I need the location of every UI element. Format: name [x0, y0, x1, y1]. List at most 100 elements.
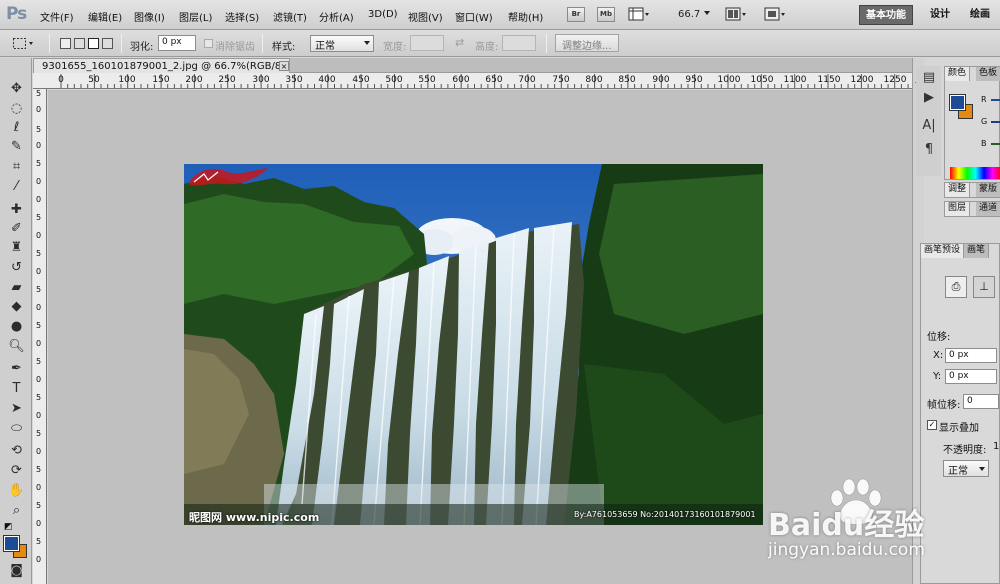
mini-bridge-button[interactable]: Mb	[597, 7, 615, 22]
menu-edit[interactable]: 编辑(E)	[88, 9, 122, 24]
character-panel-icon[interactable]: A|	[921, 118, 937, 134]
healing-brush-tool-icon[interactable]: ✚	[8, 201, 25, 217]
quick-selection-tool-icon[interactable]: ✎	[8, 138, 25, 154]
color-spectrum-bar[interactable]	[950, 167, 1000, 179]
brush-tip-icon[interactable]: ⎙	[945, 276, 967, 298]
channel-r-slider[interactable]	[991, 99, 1000, 101]
bridge-button[interactable]: Br	[567, 7, 585, 22]
add-to-selection-icon[interactable]	[74, 38, 85, 49]
menu-analysis[interactable]: 分析(A)	[319, 9, 354, 24]
close-document-icon[interactable]: ×	[279, 61, 289, 71]
menu-3d[interactable]: 3D(D)	[368, 9, 398, 20]
view-extras-icon[interactable]	[628, 7, 650, 22]
zoom-dropdown-icon[interactable]	[704, 11, 710, 15]
hand-tool-icon[interactable]: ✋	[8, 482, 25, 498]
3d-orbit-tool-icon[interactable]: ⟳	[8, 462, 25, 478]
menu-image[interactable]: 图像(I)	[134, 9, 165, 24]
actions-panel-icon[interactable]: ▶	[921, 90, 937, 106]
offset-x-input[interactable]: 0 px	[945, 348, 997, 363]
menu-help[interactable]: 帮助(H)	[508, 9, 543, 24]
tab-color[interactable]: 颜色	[945, 67, 971, 81]
opacity-value[interactable]: 10	[993, 441, 1000, 452]
channel-g-slider[interactable]	[991, 121, 1000, 123]
channel-g-label: G	[981, 117, 988, 126]
tab-adjustments[interactable]: 调整	[945, 183, 971, 197]
tab-brush-presets[interactable]: 画笔预设	[921, 244, 965, 258]
frame-offset-input[interactable]: 0	[963, 394, 999, 409]
tab-channels[interactable]: 通道	[976, 202, 1000, 216]
foreground-color-swatch[interactable]	[3, 535, 20, 552]
ruler-label: 5	[36, 249, 42, 258]
waterfall-photo[interactable]: 昵图网 www.nipic.com By:A761053659 No:20140…	[184, 164, 763, 525]
antialias-checkbox[interactable]	[204, 39, 213, 48]
marquee-preset-icon[interactable]	[12, 36, 36, 51]
menu-layer[interactable]: 图层(L)	[179, 9, 212, 24]
screen-mode-icon[interactable]	[764, 7, 786, 22]
lasso-tool-icon[interactable]: ℓ	[8, 119, 25, 135]
options-separator	[262, 34, 263, 53]
workspace-painting-button[interactable]: 绘画	[964, 5, 996, 25]
paint-bucket-tool-icon[interactable]: ◆	[8, 298, 25, 314]
menu-filter[interactable]: 滤镜(T)	[273, 9, 307, 24]
refine-edge-button[interactable]: 调整边缘...	[555, 34, 619, 52]
width-input[interactable]	[410, 35, 444, 51]
ruler-label: 1150	[817, 75, 841, 85]
history-panel-icon[interactable]: ▤	[921, 70, 937, 86]
menu-view[interactable]: 视图(V)	[408, 9, 443, 24]
swap-dimensions-icon[interactable]: ⇄	[455, 36, 464, 49]
3d-rotate-tool-icon[interactable]: ⟲	[8, 442, 25, 458]
options-bar: 羽化: 0 px 消除锯齿 样式: 正常 宽度: ⇄ 高度: 调整边缘...	[0, 30, 1000, 57]
blend-dropdown-icon[interactable]	[979, 467, 985, 471]
channel-b-slider[interactable]	[991, 143, 1000, 145]
tab-layers[interactable]: 图层	[945, 202, 971, 216]
eyedropper-tool-icon[interactable]: ⁄	[8, 178, 25, 194]
style-dropdown-icon[interactable]	[364, 41, 370, 45]
ruler-label: 0	[36, 555, 42, 564]
eraser-tool-icon[interactable]: ▰	[8, 279, 25, 295]
menu-file[interactable]: 文件(F)	[40, 9, 74, 24]
dodge-tool-icon[interactable]: 🔍︎	[8, 338, 25, 354]
pen-tool-icon[interactable]: ✒	[8, 360, 25, 376]
offset-y-input[interactable]: 0 px	[945, 369, 997, 384]
history-brush-tool-icon[interactable]: ↺	[8, 259, 25, 275]
color-panel-foreground-swatch[interactable]	[949, 94, 966, 111]
options-separator	[49, 34, 50, 53]
show-overlay-checkbox[interactable]: ✓	[927, 420, 937, 430]
ruler-label: 400	[318, 75, 336, 85]
workspace-essentials-button[interactable]: 基本功能	[859, 5, 913, 25]
brush-tool-icon[interactable]: ✐	[8, 220, 25, 236]
zoom-level[interactable]: 66.7	[678, 9, 700, 20]
blur-tool-icon[interactable]: ●	[8, 318, 25, 334]
shape-tool-icon[interactable]: ⬭	[8, 420, 25, 436]
feather-input[interactable]: 0 px	[158, 35, 196, 51]
move-tool-icon[interactable]: ✥	[8, 80, 25, 96]
workspace-design-button[interactable]: 设计	[924, 5, 956, 25]
clone-stamp-tool-icon[interactable]: ♜	[8, 239, 25, 255]
height-input[interactable]	[502, 35, 536, 51]
crop-tool-icon[interactable]: ⌗	[8, 158, 25, 174]
ruler-label: 500	[385, 75, 403, 85]
marquee-tool-icon[interactable]: ◌	[8, 100, 25, 116]
tab-masks[interactable]: 蒙版	[976, 183, 1000, 197]
quick-mask-icon[interactable]: ◙	[8, 562, 25, 578]
menu-select[interactable]: 选择(S)	[225, 9, 259, 24]
ruler-label: 850	[618, 75, 636, 85]
ruler-label: 0	[36, 375, 42, 384]
brush-stamp-icon[interactable]: ⊥	[973, 276, 995, 298]
tab-brush[interactable]: 画笔	[964, 244, 990, 258]
tab-swatches[interactable]: 色板	[976, 67, 1000, 81]
path-selection-tool-icon[interactable]: ➤	[8, 400, 25, 416]
subtract-selection-icon[interactable]	[88, 38, 99, 49]
ruler-label: 100	[118, 75, 136, 85]
new-selection-icon[interactable]	[60, 38, 71, 49]
ruler-label: 700	[518, 75, 536, 85]
document-tab[interactable]: 9301655_160101879001_2.jpg @ 66.7%(RGB/8…	[33, 58, 294, 73]
arrange-documents-icon[interactable]	[725, 7, 747, 22]
intersect-selection-icon[interactable]	[102, 38, 113, 49]
ruler-label: 5	[36, 321, 42, 330]
menu-window[interactable]: 窗口(W)	[455, 9, 493, 24]
paragraph-panel-icon[interactable]: ¶	[921, 142, 937, 158]
zoom-tool-icon[interactable]: ⌕	[8, 502, 25, 518]
default-colors-icon[interactable]: ◩	[4, 522, 13, 532]
type-tool-icon[interactable]: T	[8, 380, 25, 396]
